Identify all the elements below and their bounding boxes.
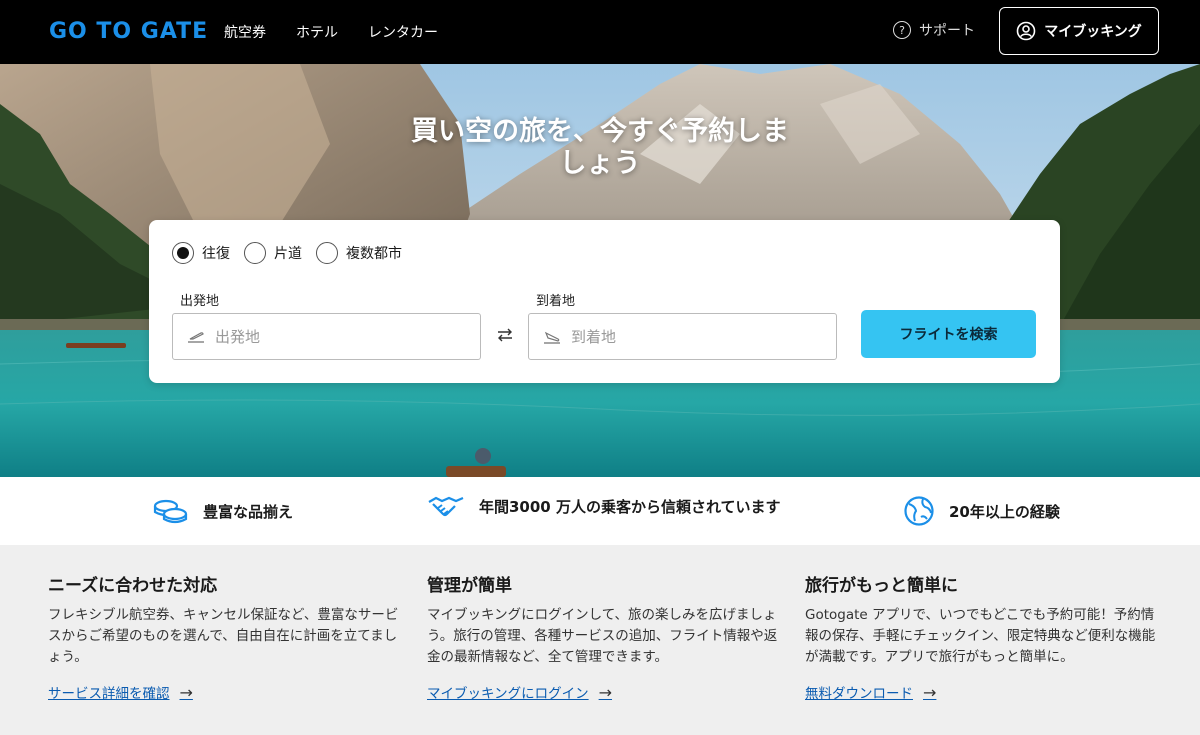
trust-item-selection: 豊富な品揃え <box>153 496 293 526</box>
trust-bar: 豊富な品揃え 年間3000 万人の乗客から信頼されています 20年以上の経験 <box>0 477 1200 545</box>
feature-link-login[interactable]: マイブッキングにログイン → <box>427 682 613 703</box>
trip-type-label: 片道 <box>274 246 302 262</box>
feature-link-services[interactable]: サービス詳細を確認 → <box>48 682 193 703</box>
handshake-icon <box>428 496 464 517</box>
support-label: サポート <box>919 23 975 39</box>
feature-body: マイブッキングにログインして、旅の楽しみを広げましょう。旅行の管理、各種サービス… <box>427 607 778 665</box>
trip-type-label: 往復 <box>202 246 230 262</box>
support-link[interactable]: ? サポート <box>893 20 975 40</box>
feature-body: フレキシブル航空券、キャンセル保証など、豊富なサービスからご希望のものを選んで、… <box>48 607 399 665</box>
feature-link-download[interactable]: 無料ダウンロード → <box>805 682 937 703</box>
trip-type-label: 複数都市 <box>346 246 402 262</box>
arrow-right-icon: → <box>598 682 613 702</box>
trip-type-multi-city[interactable]: 複数都市 <box>316 242 402 264</box>
radio-empty-icon <box>316 242 338 264</box>
search-flights-button[interactable]: フライトを検索 <box>861 310 1036 358</box>
my-booking-button[interactable]: マイブッキング <box>999 7 1159 55</box>
trust-item-passengers: 年間3000 万人の乗客から信頼されています <box>427 492 787 522</box>
swap-arrows-icon <box>498 328 512 342</box>
my-booking-label: マイブッキング <box>1044 24 1142 40</box>
origin-placeholder: 出発地 <box>215 328 261 346</box>
coins-icon <box>153 499 188 524</box>
trust-text: 20年以上の経験 <box>949 502 1060 521</box>
feature-title: 旅行がもっと簡単に <box>805 576 958 596</box>
feature-app: 旅行がもっと簡単に Gotogate アプリで、いつでもどこでも予約可能！予約情… <box>805 575 1165 702</box>
origin-label: 出発地 <box>180 294 220 309</box>
arrival-plane-icon <box>544 331 560 344</box>
globe-icon <box>904 496 934 526</box>
feature-flexible: ニーズに合わせた対応 フレキシブル航空券、キャンセル保証など、豊富なサービスから… <box>48 575 408 702</box>
nav-car-rental[interactable]: レンタカー <box>368 22 438 42</box>
feature-easy-management: 管理が簡単 マイブッキングにログインして、旅の楽しみを広げましょう。旅行の管理、… <box>427 575 787 702</box>
departure-plane-icon <box>188 331 204 343</box>
trust-item-experience: 20年以上の経験 <box>903 495 1060 527</box>
nav-hotels[interactable]: ホテル <box>296 22 338 42</box>
destination-field[interactable]: 到着地 <box>528 313 837 360</box>
feature-link-label: 無料ダウンロード <box>805 686 913 702</box>
nav-flights[interactable]: 航空券 <box>224 22 266 42</box>
top-header: GO TO GATE 航空券 ホテル レンタカー ? サポート マイブッキング <box>0 0 1200 64</box>
flight-search-card: 往復 片道 複数都市 出発地 出発地 到着地 到着地 フライトを検索 <box>149 220 1060 383</box>
gotogate-logo[interactable]: GO TO GATE <box>49 20 208 44</box>
origin-field[interactable]: 出発地 <box>172 313 481 360</box>
feature-link-label: サービス詳細を確認 <box>48 686 170 702</box>
radio-selected-icon <box>172 242 194 264</box>
features-section: ニーズに合わせた対応 フレキシブル航空券、キャンセル保証など、豊富なサービスから… <box>0 545 1200 735</box>
feature-body: Gotogate アプリで、いつでもどこでも予約可能！予約情報の保存、手軽にチェ… <box>805 607 1156 665</box>
user-circle-icon <box>1016 21 1036 41</box>
destination-label: 到着地 <box>536 294 576 309</box>
trip-type-one-way[interactable]: 片道 <box>244 242 302 264</box>
arrow-right-icon: → <box>179 682 193 702</box>
feature-title: ニーズに合わせた対応 <box>48 576 218 596</box>
destination-placeholder: 到着地 <box>571 328 617 346</box>
arrow-right-icon: → <box>923 682 937 702</box>
trust-text: 豊富な品揃え <box>203 502 294 521</box>
trip-type-selector: 往復 片道 複数都市 <box>172 242 402 264</box>
feature-title: 管理が簡単 <box>427 576 512 596</box>
main-nav: 航空券 ホテル レンタカー <box>224 0 438 64</box>
trust-text: 年間3000 万人の乗客から信頼されています <box>479 498 781 516</box>
swap-airports-button[interactable] <box>494 324 516 346</box>
help-circle-icon: ? <box>893 21 911 39</box>
feature-link-label: マイブッキングにログイン <box>427 686 589 702</box>
radio-empty-icon <box>244 242 266 264</box>
trip-type-round-trip[interactable]: 往復 <box>172 242 230 264</box>
hero-title: 買い空の旅を、今すぐ予約しましょう <box>411 116 789 179</box>
